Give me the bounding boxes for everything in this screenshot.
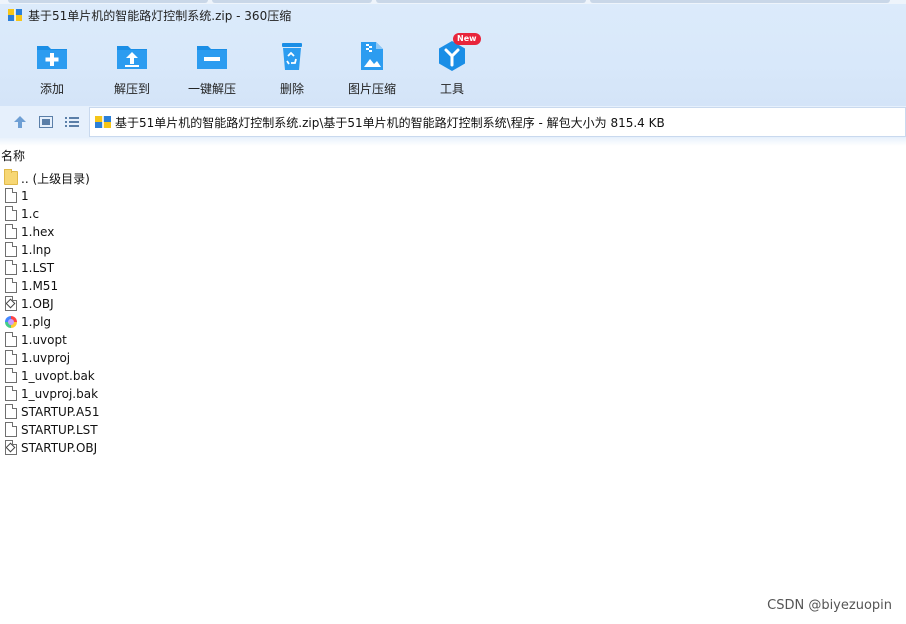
- file-name: .. (上级目录): [21, 171, 90, 186]
- thumbnail-view-icon[interactable]: [37, 113, 55, 131]
- file-icon: [4, 278, 18, 294]
- file-list: .. (上级目录) 1 1.c 1.hex 1.lnp 1.LST 1.M51 …: [0, 169, 906, 457]
- file-name: 1_uvopt.bak: [21, 369, 95, 383]
- tools-label: 工具: [439, 82, 464, 96]
- list-item[interactable]: 1.lnp: [0, 241, 906, 259]
- file-icon: [4, 386, 18, 402]
- zip-archive-icon: [8, 8, 22, 22]
- tools-button[interactable]: New 工具: [412, 30, 492, 100]
- extract-to-label: 解压到: [113, 82, 150, 96]
- file-name: 1.M51: [21, 279, 59, 293]
- file-name: STARTUP.A51: [21, 405, 100, 419]
- watermark: CSDN @biyezuopin: [767, 598, 892, 613]
- add-button[interactable]: 添加: [12, 30, 92, 100]
- delete-button[interactable]: 删除: [252, 30, 332, 100]
- one-click-extract-button[interactable]: 一键解压: [172, 30, 252, 100]
- image-compress-icon: [355, 39, 389, 73]
- tools-icon: New: [435, 33, 481, 73]
- file-name: STARTUP.LST: [21, 423, 98, 437]
- address-bar-row: 基于51单片机的智能路灯控制系统.zip\基于51单片机的智能路灯控制系统\程序…: [0, 106, 906, 138]
- list-item[interactable]: 1.OBJ: [0, 295, 906, 313]
- file-icon: [4, 404, 18, 420]
- one-click-extract-icon: [195, 39, 229, 73]
- file-name: 1_uvproj.bak: [21, 387, 99, 401]
- object-file-icon: [4, 440, 18, 456]
- list-item[interactable]: 1_uvproj.bak: [0, 385, 906, 403]
- folder-icon: [4, 169, 18, 186]
- list-item[interactable]: STARTUP.LST: [0, 421, 906, 439]
- window-title: 基于51单片机的智能路灯控制系统.zip - 360压缩: [28, 8, 292, 23]
- delete-label: 删除: [279, 82, 304, 96]
- add-folder-icon: [35, 39, 69, 73]
- add-label: 添加: [39, 82, 64, 96]
- file-name: 1: [21, 189, 29, 203]
- toolbar-area: 基于51单片机的智能路灯控制系统.zip - 360压缩 添加 解压到 一键解压…: [0, 0, 906, 106]
- up-arrow-icon[interactable]: [11, 113, 29, 131]
- extract-to-icon: [115, 39, 149, 73]
- list-item[interactable]: 1.uvopt: [0, 331, 906, 349]
- list-item[interactable]: 1_uvopt.bak: [0, 367, 906, 385]
- file-name: 1.LST: [21, 261, 55, 275]
- file-name: 1.uvopt: [21, 333, 67, 347]
- file-name: 1.hex: [21, 225, 55, 239]
- file-icon: [4, 206, 18, 222]
- list-item-parent-dir[interactable]: .. (上级目录): [0, 169, 906, 187]
- title-bar: 基于51单片机的智能路灯控制系统.zip - 360压缩: [0, 4, 906, 26]
- list-item[interactable]: 1.LST: [0, 259, 906, 277]
- zip-archive-icon: [95, 115, 111, 129]
- toolbar: 添加 解压到 一键解压 删除 图片压缩 New 工具: [0, 30, 906, 100]
- list-item[interactable]: 1.plg: [0, 313, 906, 331]
- list-item[interactable]: 1.M51: [0, 277, 906, 295]
- list-item[interactable]: 1.hex: [0, 223, 906, 241]
- image-compress-button[interactable]: 图片压缩: [332, 30, 412, 100]
- divider: [0, 138, 906, 146]
- column-header-name[interactable]: 名称: [0, 147, 25, 164]
- address-path: 基于51单片机的智能路灯控制系统.zip\基于51单片机的智能路灯控制系统\程序…: [115, 115, 665, 130]
- file-icon: [4, 188, 18, 204]
- file-name: 1.lnp: [21, 243, 52, 257]
- file-name: 1.plg: [21, 315, 52, 329]
- image-compress-label: 图片压缩: [347, 82, 396, 96]
- object-file-icon: [4, 296, 18, 312]
- plg-file-icon: [4, 314, 18, 330]
- recycle-bin-icon: [275, 39, 309, 73]
- file-icon: [4, 350, 18, 366]
- file-name: 1.uvproj: [21, 351, 71, 365]
- one-click-extract-label: 一键解压: [187, 82, 236, 96]
- new-badge: New: [453, 33, 481, 45]
- list-item[interactable]: 1: [0, 187, 906, 205]
- file-icon: [4, 242, 18, 258]
- address-bar[interactable]: 基于51单片机的智能路灯控制系统.zip\基于51单片机的智能路灯控制系统\程序…: [89, 107, 906, 137]
- list-item[interactable]: 1.uvproj: [0, 349, 906, 367]
- list-item[interactable]: STARTUP.A51: [0, 403, 906, 421]
- file-icon: [4, 422, 18, 438]
- file-icon: [4, 224, 18, 240]
- file-icon: [4, 332, 18, 348]
- list-item[interactable]: STARTUP.OBJ: [0, 439, 906, 457]
- file-icon: [4, 260, 18, 276]
- list-view-icon[interactable]: [63, 113, 81, 131]
- file-icon: [4, 368, 18, 384]
- extract-to-button[interactable]: 解压到: [92, 30, 172, 100]
- file-name: 1.OBJ: [21, 297, 54, 311]
- file-name: STARTUP.OBJ: [21, 441, 98, 455]
- list-item[interactable]: 1.c: [0, 205, 906, 223]
- file-name: 1.c: [21, 207, 40, 221]
